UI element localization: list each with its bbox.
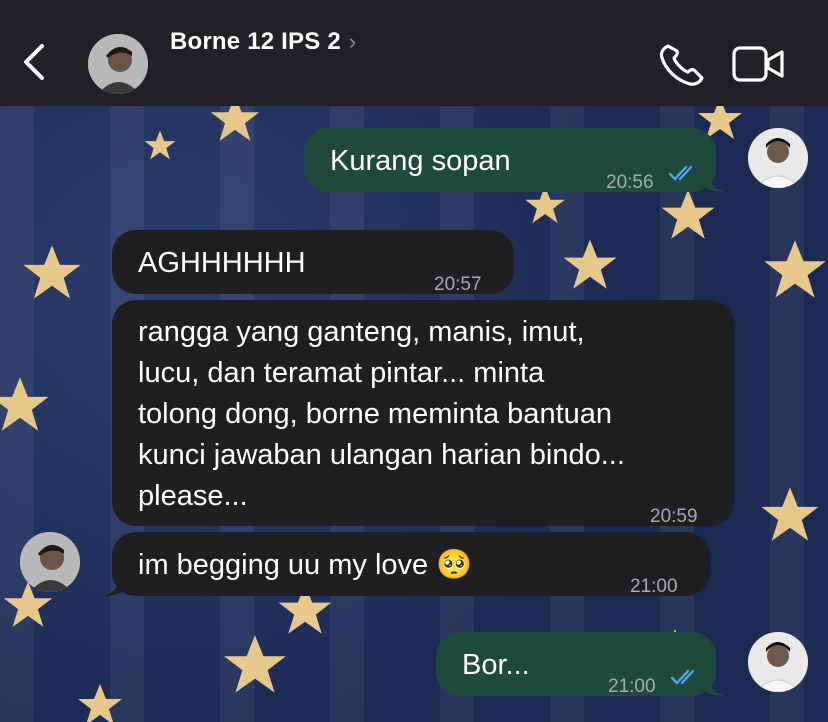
chat-header: Borne 12 IPS 2 › [0, 0, 828, 106]
message-time: 21:00 [630, 576, 678, 597]
message-line: kunci jawaban ulangan harian bindo... [138, 439, 625, 471]
message-bubble-outgoing[interactable]: Bor... 21:00 [436, 632, 716, 697]
message-line: rangga yang ganteng, manis, imut, [138, 316, 585, 348]
phone-icon [659, 44, 704, 86]
message-line: lucu, dan teramat pintar... minta [138, 357, 545, 389]
star-decoration [78, 684, 122, 722]
message-bubble-outgoing[interactable]: Kurang sopan 20:56 [304, 128, 716, 193]
video-call-button[interactable] [732, 44, 784, 84]
voice-call-button[interactable] [656, 40, 708, 88]
chevron-right-icon: › [348, 29, 357, 54]
message-bubble-incoming[interactable]: im begging uu my love 🥺 21:00 [112, 532, 710, 597]
message-time: 21:00 [608, 676, 656, 697]
double-check-read-icon [668, 165, 693, 181]
video-camera-icon [732, 46, 784, 82]
message-text: im begging uu my love 🥺 [138, 549, 473, 581]
star-decoration [210, 106, 260, 141]
star-decoration [144, 130, 176, 160]
message-bubble-incoming[interactable]: rangga yang ganteng, manis, imut, lucu, … [112, 300, 734, 527]
message-time: 20:59 [650, 506, 698, 527]
star-decoration [764, 240, 826, 298]
message-bubble-incoming[interactable]: AGHHHHHH 20:57 [112, 230, 514, 295]
star-decoration [563, 239, 617, 289]
my-avatar[interactable] [748, 632, 808, 692]
chevron-left-icon [24, 44, 44, 80]
star-decoration [661, 189, 715, 239]
back-button[interactable] [18, 42, 50, 82]
message-time: 20:57 [434, 274, 482, 295]
my-avatar[interactable] [748, 128, 808, 188]
message-text: AGHHHHHH [138, 247, 306, 279]
contact-name-button[interactable]: Borne 12 IPS 2 › [170, 28, 356, 56]
message-text: Bor... [462, 649, 530, 681]
star-decoration [0, 377, 49, 431]
contact-avatar[interactable] [88, 34, 148, 94]
star-decoration [224, 635, 286, 693]
star-decoration [761, 487, 819, 541]
contact-name: Borne 12 IPS 2 [170, 28, 341, 55]
contact-avatar-small[interactable] [20, 532, 80, 592]
double-check-read-icon [670, 669, 695, 685]
message-time: 20:56 [606, 172, 654, 193]
message-line: tolong dong, borne meminta bantuan [138, 398, 613, 430]
message-line: please... [138, 480, 248, 512]
message-text: Kurang sopan [330, 145, 511, 177]
star-decoration [23, 245, 81, 299]
